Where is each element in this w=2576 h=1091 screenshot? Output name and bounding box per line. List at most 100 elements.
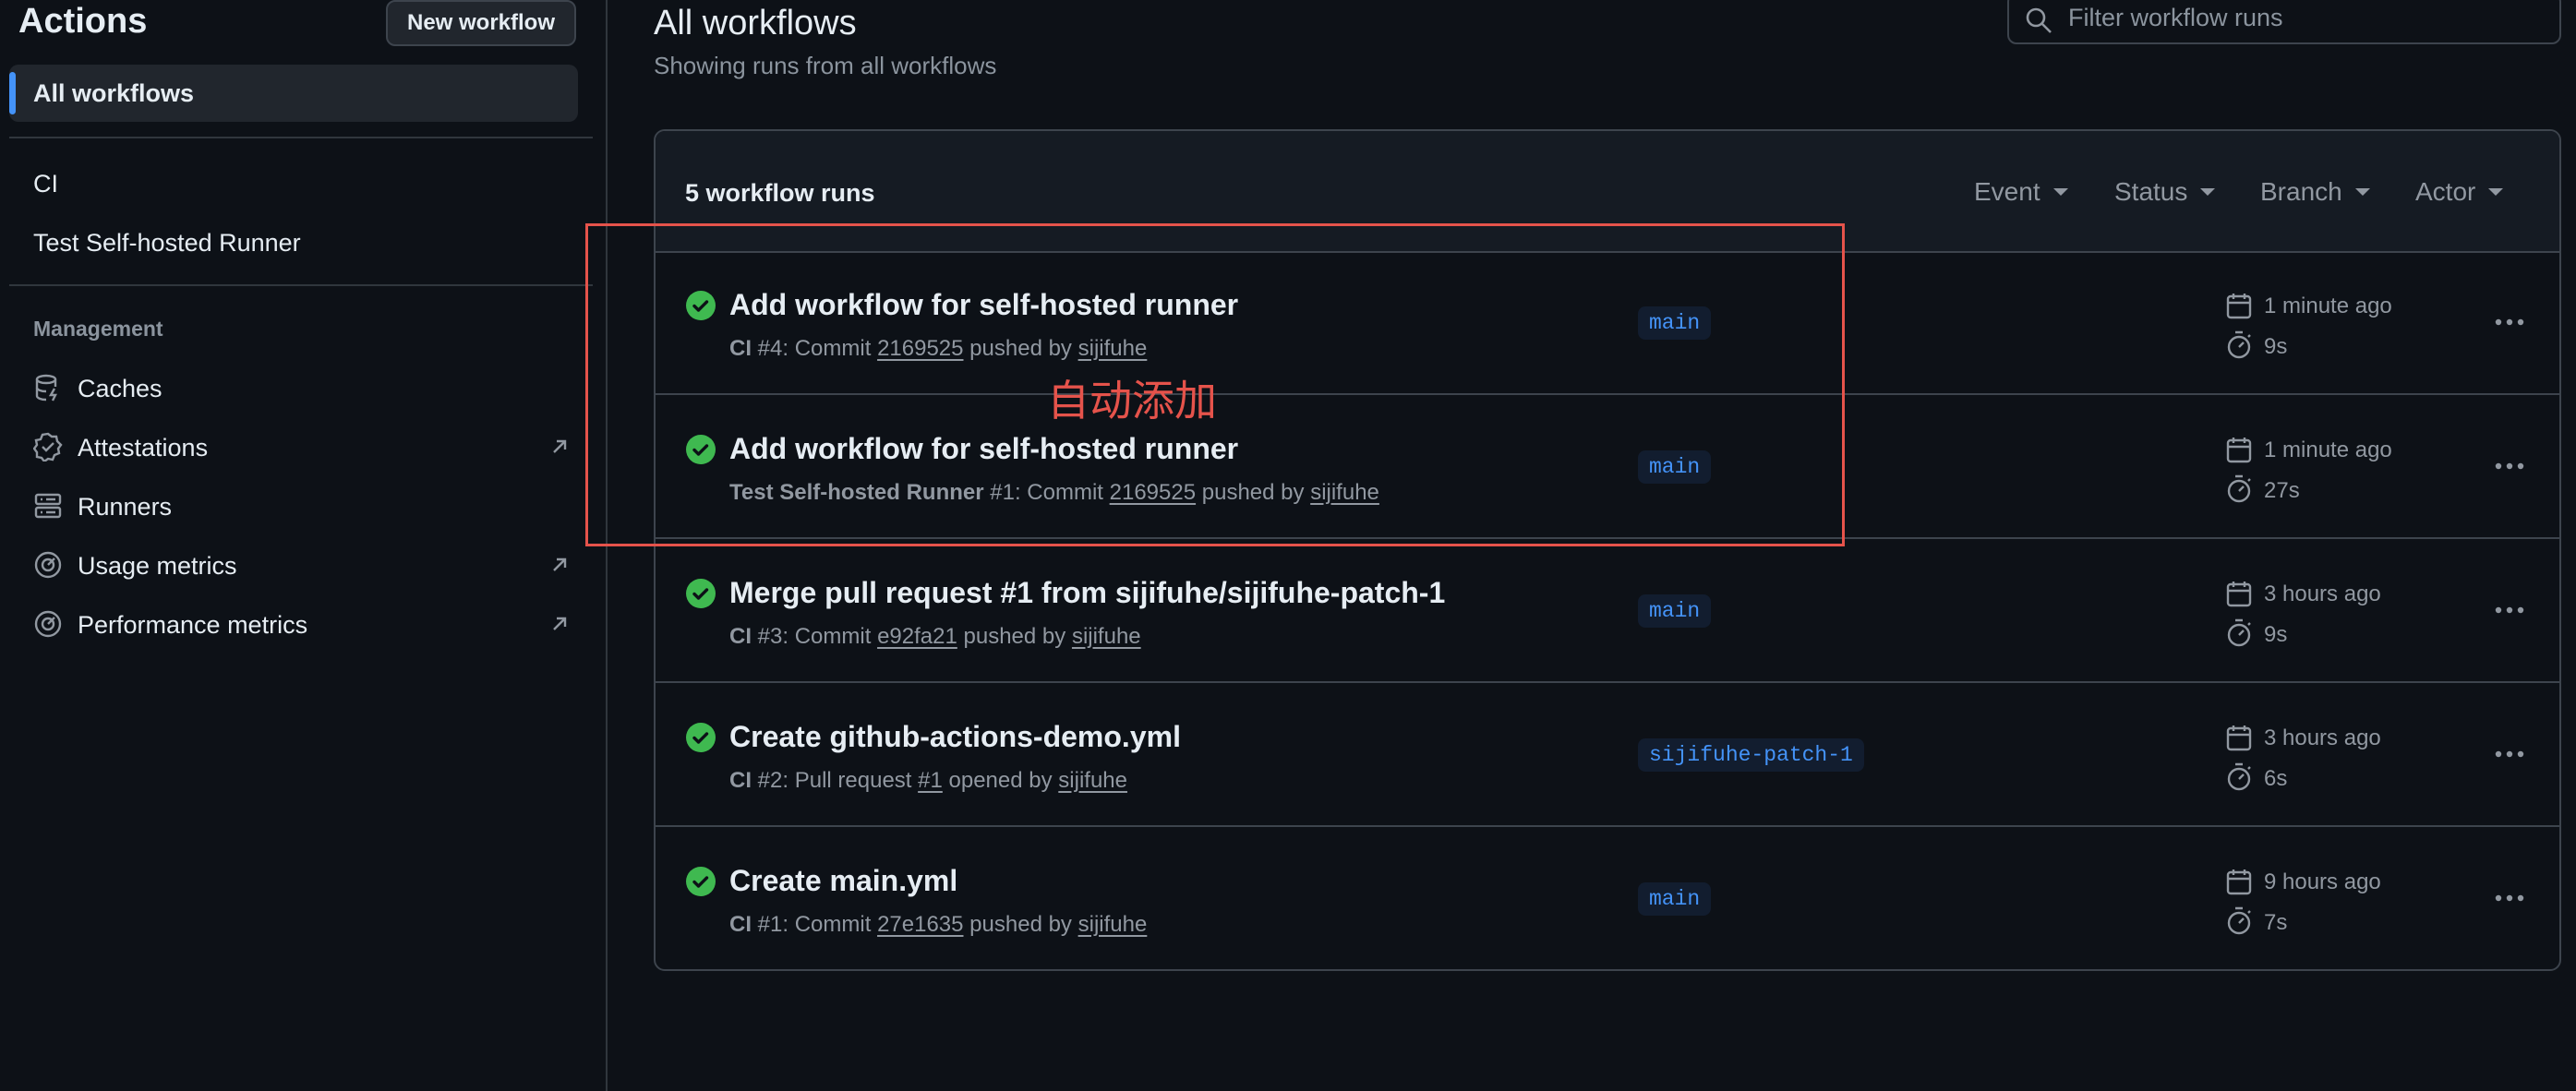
caret-down-icon	[2200, 188, 2216, 196]
run-meta: CI #3: Commit e92fa21 pushed by sijifuhe	[729, 624, 1141, 649]
new-workflow-button[interactable]: New workflow	[386, 0, 576, 46]
sidebar-item-label: Attestations	[78, 434, 209, 462]
status-filter[interactable]: Status	[2114, 177, 2216, 207]
workflow-name: CI	[729, 912, 752, 937]
sidebar-item-runners[interactable]: Runners	[33, 486, 569, 526]
branch-label[interactable]: main	[1638, 594, 1712, 628]
run-duration-text: 6s	[2264, 766, 2288, 791]
commit-link[interactable]: 27e1635	[877, 912, 963, 937]
sidebar-item-label: Usage metrics	[78, 552, 237, 580]
run-time-text: 3 hours ago	[2264, 581, 2381, 606]
stopwatch-icon	[2227, 618, 2251, 647]
success-check-icon	[686, 579, 716, 608]
page-subtitle: Showing runs from all workflows	[654, 52, 997, 79]
success-check-icon	[686, 723, 716, 752]
run-title[interactable]: Create github-actions-demo.yml	[729, 720, 1181, 754]
sidebar-item-label: Performance metrics	[78, 611, 308, 639]
branch-label[interactable]: sijifuhe-patch-1	[1638, 738, 1864, 772]
event-action: opened by	[948, 768, 1053, 793]
kebab-horizontal-icon[interactable]	[2493, 740, 2526, 768]
sidebar-item-ci[interactable]: CI	[33, 170, 58, 198]
filter-label: Actor	[2415, 177, 2476, 206]
run-meta: CI #2: Pull request #1 opened by sijifuh…	[729, 768, 1128, 793]
user-link[interactable]: sijifuhe	[1078, 912, 1148, 937]
verified-icon	[33, 432, 63, 462]
user-link[interactable]: sijifuhe	[1058, 768, 1127, 793]
workflow-run-row[interactable]: Merge pull request #1 from sijifuhe/siji…	[656, 539, 2559, 683]
branch-label[interactable]: main	[1638, 882, 1712, 916]
meter-icon	[34, 610, 62, 638]
run-meta: CI #1: Commit 27e1635 pushed by sijifuhe	[729, 912, 1148, 937]
run-time-text: 1 minute ago	[2264, 438, 2392, 462]
divider	[9, 284, 593, 286]
event-kind: Commit	[794, 912, 872, 937]
sidebar-item-attestations[interactable]: Attestations	[33, 426, 569, 467]
sidebar-item-performance-metrics[interactable]: Performance metrics	[33, 604, 569, 644]
database-icon	[35, 374, 57, 402]
kebab-horizontal-icon[interactable]	[2493, 884, 2526, 912]
page-title: All workflows	[654, 4, 857, 42]
run-duration-text: 27s	[2264, 478, 2300, 503]
caret-down-icon	[2052, 188, 2068, 196]
branch-filter[interactable]: Branch	[2260, 177, 2370, 207]
sidebar-item-all-workflows[interactable]: All workflows	[9, 65, 578, 122]
stopwatch-icon	[2227, 906, 2251, 935]
external-link-icon	[553, 617, 567, 630]
sidebar-item-usage-metrics[interactable]: Usage metrics	[33, 545, 569, 585]
run-title[interactable]: Create main.yml	[729, 864, 957, 898]
caret-down-icon	[2354, 188, 2370, 196]
event-kind: Commit	[794, 624, 872, 649]
actor-filter[interactable]: Actor	[2415, 177, 2504, 207]
sidebar-title: Actions	[18, 2, 148, 41]
sidebar-item-caches[interactable]: Caches	[33, 367, 569, 408]
workflow-name: CI	[729, 768, 752, 793]
management-heading: Management	[33, 317, 163, 341]
filter-label: Event	[1974, 177, 2040, 206]
stopwatch-icon	[2227, 762, 2251, 791]
run-duration-text: 9s	[2264, 622, 2288, 647]
run-number: #3	[757, 624, 783, 649]
run-duration-text: 7s	[2264, 910, 2288, 935]
stopwatch-icon	[2227, 474, 2251, 503]
server-icon	[34, 493, 62, 519]
calendar-icon	[2226, 725, 2252, 751]
external-link-icon	[553, 557, 567, 571]
workflow-run-row[interactable]: Create github-actions-demo.yml CI #2: Pul…	[656, 683, 2559, 827]
divider	[9, 137, 593, 138]
sidebar-item-test-self-hosted-runner[interactable]: Test Self-hosted Runner	[33, 229, 301, 258]
runs-count: 5 workflow runs	[685, 179, 875, 207]
run-title[interactable]: Merge pull request #1 from sijifuhe/siji…	[729, 576, 1445, 610]
stopwatch-icon	[2227, 330, 2251, 359]
event-kind: Pull request	[794, 768, 912, 793]
sidebar: Actions New workflow All workflows CI Te…	[0, 0, 608, 1091]
filter-label: Status	[2114, 177, 2188, 206]
kebab-horizontal-icon[interactable]	[2493, 308, 2526, 336]
calendar-icon	[2226, 869, 2252, 895]
user-link[interactable]: sijifuhe	[1072, 624, 1141, 649]
calendar-icon	[2226, 581, 2252, 607]
run-duration-text: 9s	[2264, 334, 2288, 359]
commit-link[interactable]: #1	[918, 768, 943, 793]
kebab-horizontal-icon[interactable]	[2493, 452, 2526, 480]
run-time-text: 9 hours ago	[2264, 869, 2381, 894]
run-number: #2	[757, 768, 783, 793]
event-action: pushed by	[963, 624, 1066, 649]
run-time-text: 1 minute ago	[2264, 294, 2392, 318]
kebab-horizontal-icon[interactable]	[2493, 596, 2526, 624]
filter-label: Branch	[2260, 177, 2342, 206]
event-filter[interactable]: Event	[1974, 177, 2068, 207]
search-input[interactable]	[2066, 0, 2550, 37]
commit-link[interactable]: e92fa21	[877, 624, 957, 649]
event-action: pushed by	[969, 912, 1072, 937]
annotation-label: 自动添加	[1047, 376, 1217, 426]
calendar-icon	[2226, 294, 2252, 319]
sidebar-item-label: Caches	[78, 375, 163, 402]
success-check-icon	[686, 867, 716, 896]
workflow-run-row[interactable]: Create main.yml CI #1: Commit 27e1635 pus…	[656, 827, 2559, 969]
filter-runs-search[interactable]	[2007, 0, 2561, 44]
sidebar-item-label: Runners	[78, 493, 173, 521]
active-indicator	[9, 72, 16, 114]
search-icon	[2026, 7, 2052, 33]
calendar-icon	[2226, 438, 2252, 463]
caret-down-icon	[2488, 188, 2504, 196]
